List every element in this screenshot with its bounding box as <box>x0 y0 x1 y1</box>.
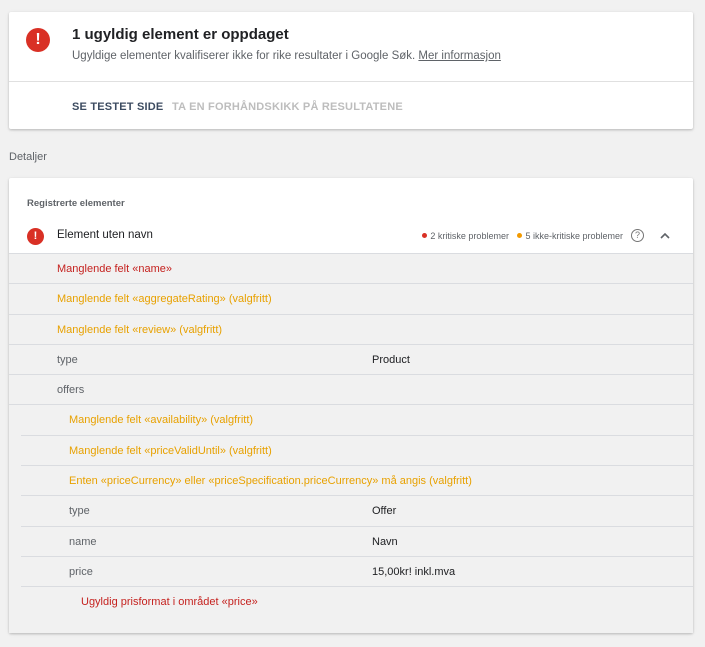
property-key: price <box>69 565 93 578</box>
critical-badge: 2 kritiske problemer <box>422 231 509 241</box>
list-item: Manglende felt «availability» (valgfritt… <box>21 405 693 436</box>
property-value: 15,00kr! inkl.mva <box>372 565 456 578</box>
details-card: Registrerte elementer ! Element uten nav… <box>9 178 693 633</box>
noncritical-badge: 5 ikke-kritiske problemer <box>517 231 623 241</box>
list-item: type Offer <box>21 496 693 527</box>
error-message: Ugyldig prisformat i området «price» <box>81 596 258 609</box>
item-header[interactable]: ! Element uten navn 2 kritiske problemer… <box>9 223 693 253</box>
warning-message: Manglende felt «review» (valgfritt) <box>57 323 223 336</box>
warning-message: Manglende felt «availability» (valgfritt… <box>69 414 254 427</box>
property-value: Offer <box>372 505 397 518</box>
detected-items-heading: Registrerte elementer <box>27 198 125 209</box>
list-item: Manglende felt «aggregateRating» (valgfr… <box>9 284 693 315</box>
property-key: offers <box>57 384 85 397</box>
summary-subtitle-text: Ugyldige elementer kvalifiserer ikke for… <box>72 50 416 62</box>
list-item: name Navn <box>21 527 693 557</box>
property-key: name <box>69 535 97 548</box>
list-item: Manglende felt «review» (valgfritt) <box>9 315 693 345</box>
property-value: Navn <box>372 535 398 548</box>
property-key: type <box>57 353 78 366</box>
critical-dot-icon <box>422 233 428 238</box>
property-value: Product <box>372 353 410 366</box>
list-item: Manglende felt «name» <box>9 254 693 285</box>
property-key: type <box>69 505 90 518</box>
summary-title: 1 ugyldig element er oppdaget <box>72 26 289 43</box>
list-item: Enten «priceCurrency» eller «priceSpecif… <box>21 466 693 497</box>
issue-badges: 2 kritiske problemer 5 ikke-kritiske pro… <box>422 231 623 241</box>
warning-message: Manglende felt «priceValidUntil» (valgfr… <box>69 444 272 457</box>
summary-card: ! 1 ugyldig element er oppdaget Ugyldige… <box>9 12 693 129</box>
warning-dot-icon <box>517 233 523 238</box>
more-info-link[interactable]: Mer informasjon <box>418 50 500 62</box>
list-item: offers <box>9 375 693 406</box>
item-details-list: Manglende felt «name» Manglende felt «ag… <box>9 253 693 633</box>
warning-message: Enten «priceCurrency» eller «priceSpecif… <box>69 475 472 488</box>
summary-subtitle: Ugyldige elementer kvalifiserer ikke for… <box>72 50 501 62</box>
chevron-up-icon[interactable] <box>659 230 671 242</box>
error-icon: ! <box>27 228 44 245</box>
tab-tested-page[interactable]: SE TESTET SIDE <box>72 101 163 113</box>
list-item: Ugyldig prisformat i området «price» <box>33 587 693 617</box>
critical-count: 2 kritiske problemer <box>430 231 509 241</box>
noncritical-count: 5 ikke-kritiske problemer <box>525 231 623 241</box>
list-item: type Product <box>9 345 693 376</box>
error-message: Manglende felt «name» <box>57 263 172 275</box>
warning-message: Manglende felt «aggregateRating» (valgfr… <box>57 293 272 306</box>
help-icon[interactable]: ? <box>631 229 644 242</box>
list-item: Manglende felt «priceValidUntil» (valgfr… <box>21 436 693 467</box>
error-icon: ! <box>26 28 50 52</box>
list-item: price 15,00kr! inkl.mva <box>21 557 693 588</box>
divider <box>9 81 693 82</box>
details-label: Detaljer <box>9 151 47 163</box>
item-name: Element uten navn <box>57 229 153 241</box>
tab-preview-results[interactable]: TA EN FORHÅNDSKIKK PÅ RESULTATENE <box>172 101 403 113</box>
